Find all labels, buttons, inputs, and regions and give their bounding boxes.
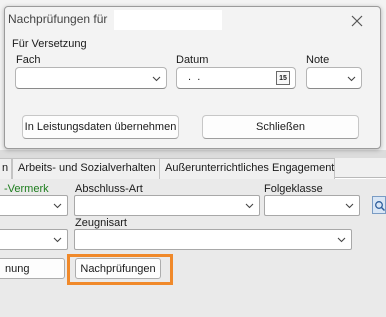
datum-label: Datum [176, 54, 209, 66]
chevron-down-icon [53, 201, 62, 210]
dialog-title: Nachprüfungen für [8, 12, 108, 26]
tab-partial[interactable]: n [0, 158, 12, 179]
chevron-down-icon [152, 74, 161, 83]
abschluss-art-select[interactable] [74, 195, 260, 216]
vermerk-label: -Vermerk [4, 183, 49, 195]
chevron-down-icon [53, 235, 62, 244]
partial-button[interactable]: nung [0, 258, 65, 279]
chevron-down-icon [337, 235, 346, 244]
tab-ausserunterrichtliches-engagement[interactable]: Außerunterrichtliches Engagement [159, 158, 335, 179]
redacted-name [114, 10, 222, 30]
note-label: Note [306, 54, 330, 66]
fuer-versetzung-label: Für Versetzung [12, 38, 87, 50]
note-select[interactable] [306, 67, 362, 89]
chevron-down-icon [345, 201, 354, 210]
calendar-icon[interactable]: 15 [276, 71, 290, 85]
schliessen-button-label: Schließen [256, 121, 305, 133]
folgeklasse-select[interactable] [264, 195, 360, 216]
datum-input[interactable]: . . 15 [176, 67, 296, 89]
tab-label: Außerunterrichtliches Engagement [165, 162, 335, 174]
fach-select[interactable] [15, 67, 167, 89]
nachpruefungen-button[interactable]: Nachprüfungen [75, 258, 161, 279]
close-icon[interactable] [350, 14, 364, 28]
app-toolbar-strip [0, 150, 386, 158]
vermerk-combo[interactable] [0, 195, 68, 216]
zeugnisart-label: Zeugnisart [75, 217, 127, 229]
search-icon [375, 201, 386, 212]
chevron-down-icon [245, 201, 254, 210]
tab-label: Arbeits- und Sozialverhalten [18, 162, 156, 174]
chevron-down-icon [347, 74, 356, 83]
fach-label: Fach [16, 54, 41, 66]
in-leistungsdaten-uebernehmen-button[interactable]: In Leistungsdaten übernehmen [22, 115, 179, 139]
zeugnisart-select[interactable] [74, 229, 352, 250]
tab-label: n [2, 162, 9, 174]
nachpruefungen-button-label: Nachprüfungen [80, 262, 156, 275]
uebernehmen-button-label: In Leistungsdaten übernehmen [24, 121, 177, 133]
schliessen-button[interactable]: Schließen [202, 115, 359, 139]
partial-button-label: nung [5, 262, 30, 275]
datum-value: . . [185, 71, 201, 83]
tab-arbeits-sozialverhalten[interactable]: Arbeits- und Sozialverhalten [12, 158, 160, 179]
left-combo[interactable] [0, 229, 68, 250]
lookup-button[interactable] [372, 196, 386, 214]
folgeklasse-label: Folgeklasse [264, 183, 323, 195]
abschluss-art-label: Abschluss-Art [75, 183, 143, 195]
